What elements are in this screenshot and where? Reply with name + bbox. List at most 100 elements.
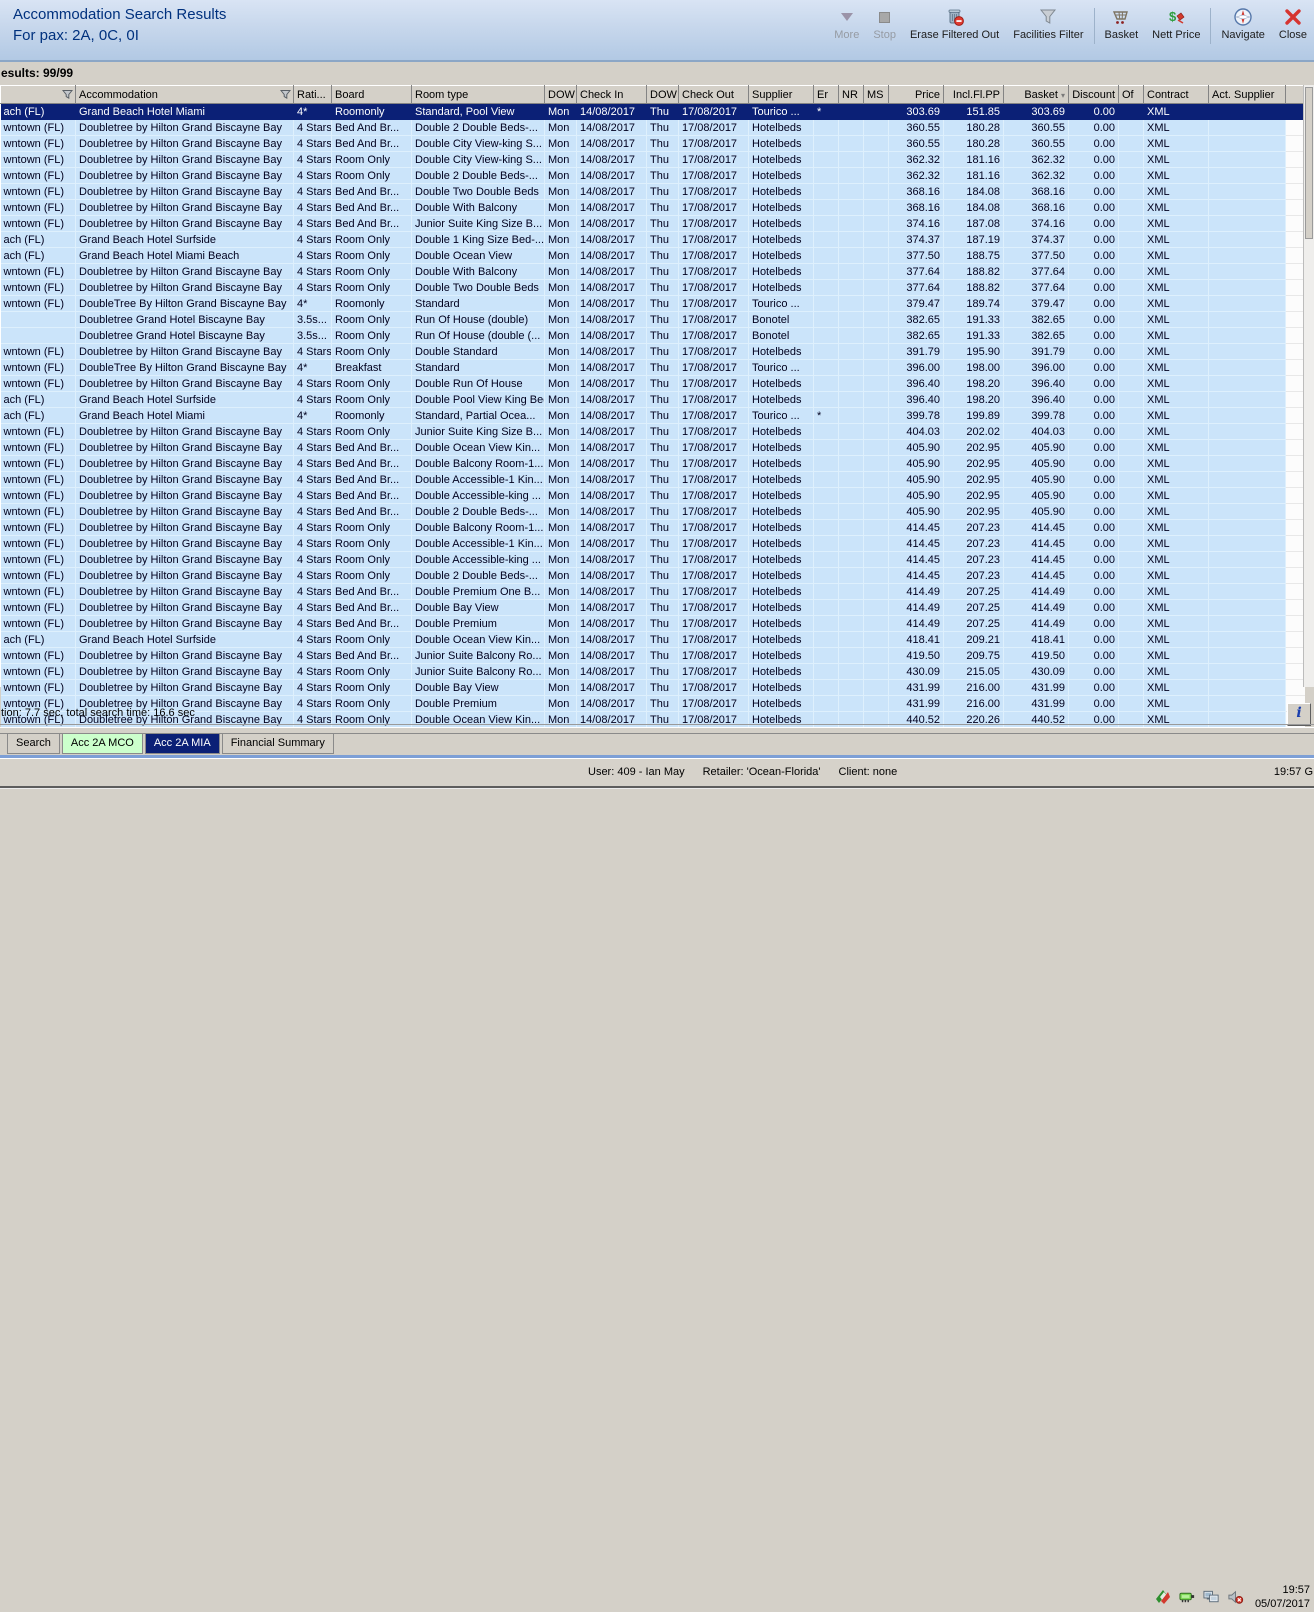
status-user: User: 409 - Ian May [588, 766, 685, 778]
column-header-accommodation[interactable]: Accommodation [76, 86, 294, 104]
result-row[interactable]: wntown (FL)Doubletree by Hilton Grand Bi… [1, 472, 1305, 488]
result-row[interactable]: wntown (FL)DoubleTree By Hilton Grand Bi… [1, 296, 1305, 312]
system-tray: 19:57 05/07/2017 [1155, 1582, 1312, 1612]
result-row[interactable]: wntown (FL)Doubletree by Hilton Grand Bi… [1, 136, 1305, 152]
result-row[interactable]: wntown (FL)Doubletree by Hilton Grand Bi… [1, 584, 1305, 600]
filter-funnel-icon [1039, 6, 1057, 28]
result-row[interactable]: wntown (FL)Doubletree by Hilton Grand Bi… [1, 264, 1305, 280]
info-button[interactable]: i [1287, 703, 1311, 726]
result-row[interactable]: wntown (FL)Doubletree by Hilton Grand Bi… [1, 616, 1305, 632]
column-header-dow[interactable]: DOW [647, 86, 679, 104]
result-row[interactable]: wntown (FL)Doubletree by Hilton Grand Bi… [1, 280, 1305, 296]
tab-acc-2a-mia[interactable]: Acc 2A MIA [145, 734, 220, 754]
result-row[interactable]: wntown (FL)Doubletree by Hilton Grand Bi… [1, 520, 1305, 536]
result-row[interactable]: wntown (FL)Doubletree by Hilton Grand Bi… [1, 664, 1305, 680]
result-row[interactable]: wntown (FL)Doubletree by Hilton Grand Bi… [1, 376, 1305, 392]
network-adapter-icon[interactable] [1179, 1589, 1196, 1606]
result-row[interactable]: wntown (FL)Doubletree by Hilton Grand Bi… [1, 184, 1305, 200]
column-header-dow[interactable]: DOW [545, 86, 577, 104]
column-header-basket[interactable]: Basket▾ [1004, 86, 1069, 104]
column-header-check-out[interactable]: Check Out [679, 86, 749, 104]
result-row[interactable]: wntown (FL)Doubletree by Hilton Grand Bi… [1, 696, 1305, 712]
column-header-supplier[interactable]: Supplier [749, 86, 814, 104]
results-count: esults: 99/99 [1, 66, 73, 80]
column-header-blank[interactable] [1286, 86, 1305, 104]
stop-icon [879, 6, 890, 28]
result-row[interactable]: ach (FL)Grand Beach Hotel Miami Beach4 S… [1, 248, 1305, 264]
tab-financial-summary[interactable]: Financial Summary [222, 734, 334, 754]
result-row[interactable]: wntown (FL)Doubletree by Hilton Grand Bi… [1, 536, 1305, 552]
column-header-nr[interactable]: NR [839, 86, 864, 104]
column-filter-icon[interactable] [280, 89, 291, 100]
result-row[interactable]: wntown (FL)Doubletree by Hilton Grand Bi… [1, 568, 1305, 584]
column-header-check-in[interactable]: Check In [577, 86, 647, 104]
clock-time: 19:57 [1255, 1583, 1310, 1597]
scrollbar-thumb[interactable] [1305, 87, 1313, 239]
erase-filtered-out-button[interactable]: Erase Filtered Out [903, 6, 1006, 41]
volume-muted-icon[interactable] [1227, 1589, 1244, 1606]
column-header-blank[interactable] [1, 86, 76, 104]
result-row[interactable]: wntown (FL)DoubleTree By Hilton Grand Bi… [1, 360, 1305, 376]
search-duration-text: tion: 7.7 sec, total search time: 16.6 s… [1, 707, 195, 719]
result-row[interactable]: wntown (FL)Doubletree by Hilton Grand Bi… [1, 440, 1305, 456]
result-row[interactable]: wntown (FL)Doubletree by Hilton Grand Bi… [1, 504, 1305, 520]
basket-button[interactable]: Basket [1098, 6, 1146, 41]
vertical-scrollbar[interactable] [1303, 85, 1314, 687]
result-row[interactable]: wntown (FL)Doubletree by Hilton Grand Bi… [1, 600, 1305, 616]
navigate-button[interactable]: Navigate [1214, 6, 1271, 41]
result-row[interactable]: ach (FL)Grand Beach Hotel Miami4*Roomonl… [1, 104, 1305, 120]
result-row[interactable]: Doubletree Grand Hotel Biscayne Bay3.5s.… [1, 312, 1305, 328]
result-row[interactable]: wntown (FL)Doubletree by Hilton Grand Bi… [1, 168, 1305, 184]
result-row[interactable]: wntown (FL)Doubletree by Hilton Grand Bi… [1, 456, 1305, 472]
close-icon [1284, 6, 1302, 28]
result-row[interactable]: wntown (FL)Doubletree by Hilton Grand Bi… [1, 488, 1305, 504]
column-header-price[interactable]: Price [889, 86, 944, 104]
result-row[interactable]: wntown (FL)Doubletree by Hilton Grand Bi… [1, 344, 1305, 360]
network-computers-icon[interactable] [1203, 1589, 1220, 1606]
window-header: Accommodation Search Results For pax: 2A… [0, 0, 1314, 62]
result-row[interactable]: ach (FL)Grand Beach Hotel Surfside4 Star… [1, 392, 1305, 408]
facilities-filter-button[interactable]: Facilities Filter [1006, 6, 1090, 41]
column-header-rati[interactable]: Rati... [294, 86, 332, 104]
status-bar: User: 409 - Ian May Retailer: 'Ocean-Flo… [0, 758, 1314, 786]
close-button[interactable]: Close [1272, 6, 1314, 41]
more-icon [841, 6, 853, 28]
svg-text:$: $ [1169, 9, 1177, 24]
result-row[interactable]: Doubletree Grand Hotel Biscayne Bay3.5s.… [1, 328, 1305, 344]
taskbar-clock[interactable]: 19:57 05/07/2017 [1255, 1583, 1310, 1611]
results-grid: AccommodationRati...BoardRoom typeDOWChe… [0, 85, 1304, 687]
result-row[interactable]: wntown (FL)Doubletree by Hilton Grand Bi… [1, 200, 1305, 216]
column-header-contract[interactable]: Contract [1144, 86, 1209, 104]
column-header-act-supplier[interactable]: Act. Supplier [1209, 86, 1286, 104]
column-header-incl-fl-pp[interactable]: Incl.Fl.PP [944, 86, 1004, 104]
column-header-ms[interactable]: MS [864, 86, 889, 104]
column-filter-icon[interactable] [62, 89, 73, 100]
result-row[interactable]: ach (FL)Grand Beach Hotel Surfside4 Star… [1, 232, 1305, 248]
result-row[interactable]: wntown (FL)Doubletree by Hilton Grand Bi… [1, 152, 1305, 168]
stop-button[interactable]: Stop [866, 6, 903, 41]
result-row[interactable]: ach (FL)Grand Beach Hotel Surfside4 Star… [1, 632, 1305, 648]
bottom-tab-bar: Search Acc 2A MCO Acc 2A MIA Financial S… [0, 733, 1314, 755]
column-header-board[interactable]: Board [332, 86, 412, 104]
result-row[interactable]: ach (FL)Grand Beach Hotel Miami4*Roomonl… [1, 408, 1305, 424]
compass-icon [1233, 6, 1253, 28]
result-row[interactable]: wntown (FL)Doubletree by Hilton Grand Bi… [1, 680, 1305, 696]
divider [0, 724, 1314, 728]
column-header-of[interactable]: Of [1119, 86, 1144, 104]
taskbar: 19:57 05/07/2017 [0, 788, 1314, 828]
more-button[interactable]: More [827, 6, 866, 41]
table-header-row: AccommodationRati...BoardRoom typeDOWChe… [1, 86, 1305, 104]
tab-acc-2a-mco[interactable]: Acc 2A MCO [62, 734, 143, 754]
antivirus-icon[interactable] [1155, 1589, 1172, 1606]
result-row[interactable]: wntown (FL)Doubletree by Hilton Grand Bi… [1, 216, 1305, 232]
result-row[interactable]: wntown (FL)Doubletree by Hilton Grand Bi… [1, 424, 1305, 440]
result-row[interactable]: wntown (FL)Doubletree by Hilton Grand Bi… [1, 648, 1305, 664]
result-row[interactable]: wntown (FL)Doubletree by Hilton Grand Bi… [1, 120, 1305, 136]
nett-price-button[interactable]: $ Nett Price [1145, 6, 1207, 41]
column-header-discount[interactable]: Discount [1069, 86, 1119, 104]
column-header-er[interactable]: Er [814, 86, 839, 104]
status-retailer: Retailer: 'Ocean-Florida' [703, 766, 821, 778]
tab-search[interactable]: Search [7, 734, 60, 754]
column-header-room-type[interactable]: Room type [412, 86, 545, 104]
result-row[interactable]: wntown (FL)Doubletree by Hilton Grand Bi… [1, 552, 1305, 568]
